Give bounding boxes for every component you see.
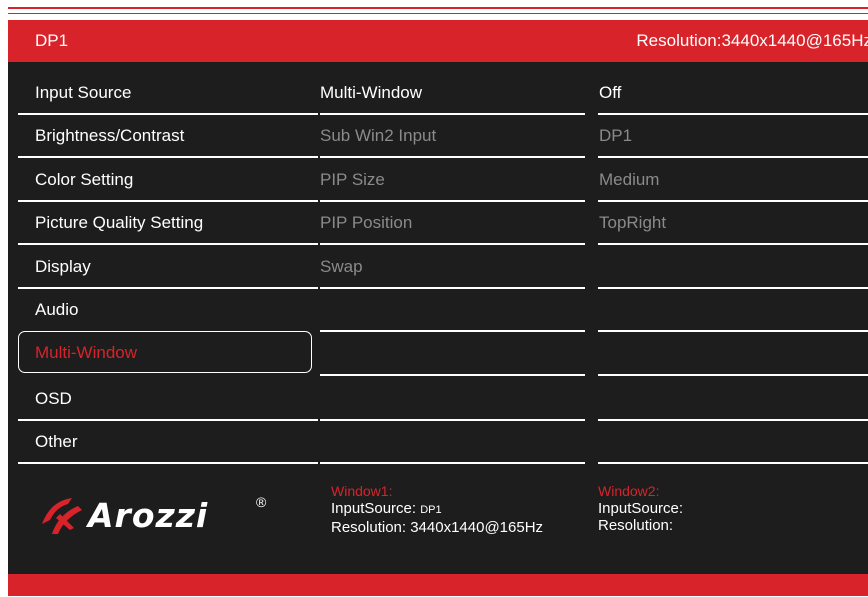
menu-item-label: Other <box>35 432 78 451</box>
window1-input-value: DP1 <box>420 504 442 516</box>
submenu-item-label: Swap <box>320 257 363 276</box>
value-item-off[interactable]: Off <box>598 71 868 115</box>
registered-mark: ® <box>256 494 267 510</box>
value-empty-row <box>598 245 868 289</box>
menu-item-label: Input Source <box>35 83 132 102</box>
value-item-topright: TopRight <box>598 201 868 245</box>
menu-item-label: Multi-Window <box>35 343 138 362</box>
value-item-label: TopRight <box>599 213 667 232</box>
window1-resolution-row: Resolution: 3440x1440@165Hz <box>331 519 543 536</box>
header-resolution: Resolution:3440x1440@165Hz <box>636 31 868 50</box>
osd-panel: Input Source Brightness/Contrast Color S… <box>8 62 868 574</box>
arozzi-logo: Arozzi ® <box>38 492 266 542</box>
value-empty-row <box>598 377 868 421</box>
value-empty-row <box>598 332 868 376</box>
menu-item-osd[interactable]: OSD <box>18 377 318 421</box>
window2-info: Window2: InputSource: Resolution: <box>598 483 683 534</box>
window2-resolution-label: Resolution: <box>598 517 674 534</box>
value-item-dp1: DP1 <box>598 114 868 158</box>
window1-input-row: InputSource: DP1 <box>331 500 543 519</box>
submenu-item-swap: Swap <box>320 245 585 289</box>
header-input-source: DP1 <box>35 31 69 50</box>
menu-item-multi-window[interactable]: Multi-Window <box>18 331 312 373</box>
menu-item-label: Brightness/Contrast <box>35 126 185 145</box>
submenu-item-sub-win2-input: Sub Win2 Input <box>320 114 585 158</box>
submenu-empty-row <box>320 332 585 376</box>
menu-item-other[interactable]: Other <box>18 420 318 464</box>
value-item-label: Off <box>599 83 622 102</box>
menu-item-label: Audio <box>35 300 79 319</box>
submenu-empty-row <box>320 288 585 332</box>
menu-item-display[interactable]: Display <box>18 245 318 289</box>
submenu-empty-row <box>320 377 585 421</box>
value-empty-row <box>598 288 868 332</box>
value-item-label: DP1 <box>599 126 633 145</box>
submenu-empty-row <box>320 420 585 464</box>
menu-item-input-source[interactable]: Input Source <box>18 71 318 115</box>
window2-input-label: InputSource: <box>598 500 684 517</box>
osd-frame: DP1 Resolution:3440x1440@165Hz Input Sou… <box>8 0 868 597</box>
window1-resolution-label: Resolution: <box>331 519 407 536</box>
brand-name: Arozzi <box>88 496 209 535</box>
value-empty-row <box>598 420 868 464</box>
bottom-bar <box>8 574 868 596</box>
window1-input-label: InputSource: <box>331 500 417 517</box>
arozzi-mark-icon <box>42 498 82 534</box>
submenu-item-label: PIP Position <box>320 213 413 232</box>
menu-item-label: Display <box>35 257 91 276</box>
window2-title: Window2: <box>598 483 660 499</box>
menu-item-picture-quality[interactable]: Picture Quality Setting <box>18 201 318 245</box>
osd-header: DP1 Resolution:3440x1440@165Hz <box>8 20 868 62</box>
menu-item-label: OSD <box>35 389 72 408</box>
window1-title: Window1: <box>331 483 393 499</box>
submenu-item-multi-window[interactable]: Multi-Window <box>320 71 585 115</box>
top-border-lines <box>8 7 868 17</box>
menu-item-label: Color Setting <box>35 170 134 189</box>
window1-info: Window1: InputSource: DP1 Resolution: 34… <box>331 483 543 536</box>
menu-item-color-setting[interactable]: Color Setting <box>18 158 318 202</box>
menu-item-brightness-contrast[interactable]: Brightness/Contrast <box>18 114 318 158</box>
value-item-medium: Medium <box>598 158 868 202</box>
submenu-item-label: Multi-Window <box>320 83 423 102</box>
window1-resolution-value: 3440x1440@165Hz <box>410 519 544 536</box>
submenu-item-label: Sub Win2 Input <box>320 126 437 145</box>
value-item-label: Medium <box>599 170 660 189</box>
submenu-item-pip-size: PIP Size <box>320 158 585 202</box>
menu-item-label: Picture Quality Setting <box>35 213 204 232</box>
menu-item-audio[interactable]: Audio <box>18 288 318 332</box>
submenu-item-label: PIP Size <box>320 170 385 189</box>
submenu-item-pip-position: PIP Position <box>320 201 585 245</box>
